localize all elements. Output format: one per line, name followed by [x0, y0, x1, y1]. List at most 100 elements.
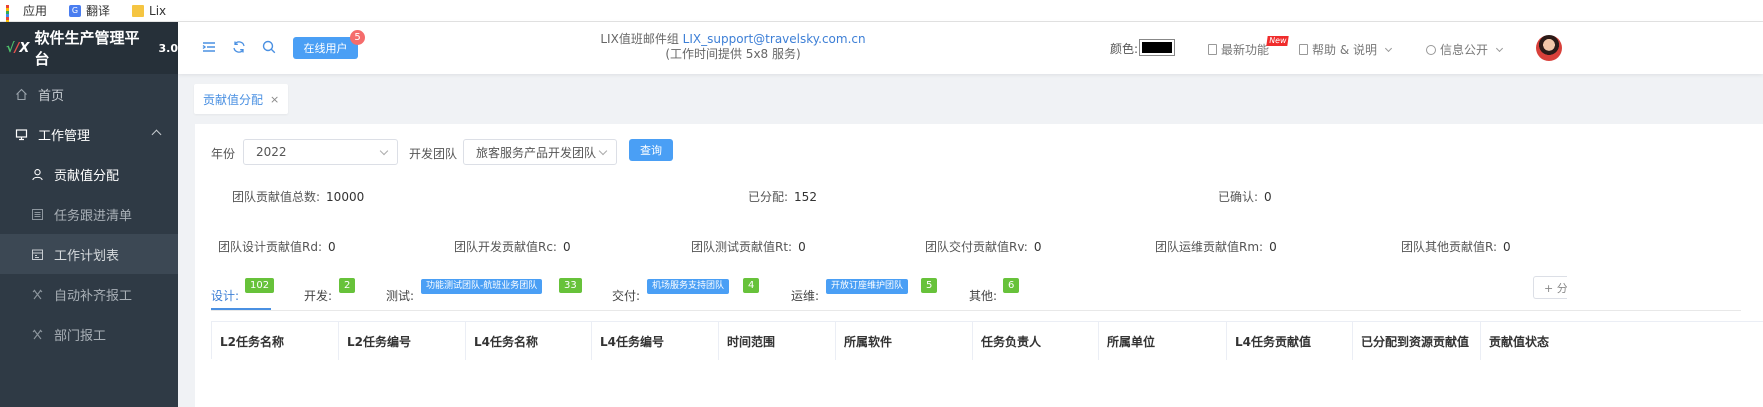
service-hours: (工作时间提供 5x8 服务) — [665, 47, 801, 61]
team-tag: 功能测试团队-航班业务团队 — [421, 279, 543, 294]
new-badge: New — [1266, 36, 1290, 46]
stat-total: 团队贡献值总数: 10000 — [232, 188, 364, 205]
search-icon[interactable] — [262, 40, 278, 56]
column-header[interactable]: 已分配到资源贡献值 — [1353, 322, 1481, 360]
sidebar-item-dept-report[interactable]: 部门报工 — [0, 314, 178, 354]
stat-label: 团队交付贡献值Rv: — [925, 240, 1028, 254]
column-header[interactable]: 所属软件 — [836, 322, 973, 360]
online-count-badge: 5 — [350, 30, 365, 45]
tab-contribution[interactable]: 贡献值分配 × — [194, 84, 289, 114]
help-label: 帮助 & 说明 — [1312, 43, 1377, 57]
column-header[interactable]: L4任务贡献值 — [1227, 322, 1353, 360]
brand-mark: √/X — [6, 40, 30, 56]
chevron-down-icon — [1384, 44, 1393, 52]
brand-logo[interactable]: √/X 软件生产管理平台 3.0 — [0, 22, 178, 74]
year-select[interactable]: 2022 — [243, 139, 398, 165]
avatar[interactable] — [1536, 35, 1562, 61]
stat-value: 152 — [794, 190, 817, 204]
stat-confirmed: 已确认: 0 — [1218, 188, 1272, 205]
calendar-icon — [30, 247, 44, 261]
stat-rr: 团队其他贡献值R: 0 — [1401, 238, 1511, 255]
tab-design[interactable]: 设计: — [211, 287, 239, 304]
stat-value: 0 — [1264, 190, 1272, 204]
tool-icon — [30, 327, 44, 341]
stat-assigned: 已分配: 152 — [748, 188, 817, 205]
mail-group-label: LIX值班邮件组 — [600, 32, 679, 46]
column-header[interactable]: 任务负责人 — [973, 322, 1099, 360]
refresh-icon[interactable] — [232, 40, 248, 56]
support-info: LIX值班邮件组 LIX_support@travelsky.com.cn (工… — [558, 32, 908, 62]
tab-label: 贡献值分配 — [203, 92, 264, 107]
color-picker[interactable] — [1139, 39, 1175, 56]
team-tag: 开放订座维护团队 — [826, 279, 909, 294]
column-header[interactable]: L2任务编号 — [339, 322, 466, 360]
stat-rd: 团队设计贡献值Rd: 0 — [218, 238, 336, 255]
stat-rv: 团队交付贡献值Rv: 0 — [925, 238, 1041, 255]
bookmark-apps[interactable]: 应用 — [6, 2, 47, 32]
home-icon — [14, 87, 28, 101]
sidebar-item-work-plan[interactable]: 工作计划表 — [0, 234, 178, 274]
column-header[interactable]: L4任务名称 — [466, 322, 592, 360]
stat-rt: 团队测试贡献值Rt: 0 — [691, 238, 806, 255]
bookmark-lix[interactable]: Lix — [132, 4, 166, 18]
tab-testing[interactable]: 测试: — [386, 287, 414, 304]
online-users-button[interactable]: 在线用户 — [293, 37, 358, 59]
stat-value: 0 — [798, 240, 806, 254]
count-badge: 102 — [245, 278, 275, 293]
stat-value: 0 — [1033, 240, 1042, 254]
stat-label: 团队运维贡献值Rm: — [1155, 240, 1264, 254]
bookmark-label: Lix — [149, 3, 167, 18]
latest-features-link[interactable]: 最新功能 — [1208, 41, 1269, 58]
sidebar-item-contribution[interactable]: 贡献值分配 — [0, 154, 178, 194]
stat-label: 团队贡献值总数: — [232, 190, 321, 204]
sidebar-item-task-list[interactable]: 任务跟进清单 — [0, 194, 178, 234]
tab-other[interactable]: 其他: — [969, 287, 997, 304]
support-email-link[interactable]: LIX_support@travelsky.com.cn — [683, 32, 866, 46]
team-select[interactable]: 旅客服务产品开发团队 — [463, 139, 617, 165]
color-label: 颜色: — [1110, 42, 1139, 56]
column-header[interactable]: L4任务编号 — [592, 322, 719, 360]
close-icon[interactable]: × — [270, 93, 279, 106]
add-button[interactable]: + 分 — [1533, 276, 1567, 299]
team-label: 开发团队 — [409, 147, 458, 161]
brand-version: 3.0 — [158, 41, 179, 55]
tab-delivery[interactable]: 交付: — [612, 287, 640, 304]
bookmark-translate[interactable]: G 翻译 — [69, 2, 110, 19]
top-header: 在线用户 5 LIX值班邮件组 LIX_support@travelsky.co… — [178, 22, 1763, 74]
stat-value: 0 — [328, 240, 336, 254]
column-header[interactable]: 时间范围 — [719, 322, 836, 360]
sidebar-item-label: 部门报工 — [54, 328, 107, 344]
sidebar-item-label: 首页 — [38, 88, 65, 104]
tab-development[interactable]: 开发: — [304, 287, 332, 304]
folder-icon — [132, 4, 145, 17]
stat-value: 0 — [562, 240, 571, 254]
column-header[interactable]: 贡献值状态 — [1481, 322, 1763, 360]
menu-toggle-icon[interactable] — [202, 40, 218, 56]
sidebar-item-home[interactable]: 首页 — [0, 74, 178, 114]
apps-grid-icon — [6, 4, 18, 32]
tab-operations[interactable]: 运维: — [791, 287, 819, 304]
stat-label: 团队开发贡献值Rc: — [454, 240, 557, 254]
info-label: 信息公开 — [1440, 43, 1489, 57]
main-panel: 年份 2022 开发团队 旅客服务产品开发团队 查询 团队贡献值总数: 10000… — [195, 124, 1763, 407]
stat-rm: 团队运维贡献值Rm: 0 — [1155, 238, 1277, 255]
globe-icon — [1426, 44, 1436, 55]
sidebar-item-auto-report[interactable]: 自动补齐报工 — [0, 274, 178, 314]
info-menu[interactable]: 信息公开 — [1426, 41, 1504, 58]
year-value: 2022 — [256, 145, 287, 159]
sidebar-item-label: 工作管理 — [38, 128, 91, 144]
year-label: 年份 — [211, 147, 236, 161]
chevron-down-icon — [1495, 44, 1504, 52]
translate-icon: G — [69, 4, 82, 17]
chevron-up-icon — [151, 129, 162, 140]
document-icon — [1299, 44, 1308, 55]
sidebar-group-work-management[interactable]: 工作管理 — [0, 114, 178, 154]
help-menu[interactable]: 帮助 & 说明 — [1299, 41, 1393, 58]
count-badge: 4 — [743, 278, 760, 293]
bookmarks-bar: 应用 G 翻译 Lix — [0, 0, 1763, 32]
sidebar-item-label: 自动补齐报工 — [54, 288, 133, 304]
column-header[interactable]: 所属单位 — [1099, 322, 1227, 360]
count-badge: 2 — [339, 278, 356, 293]
column-header[interactable]: L2任务名称 — [212, 322, 339, 360]
query-button[interactable]: 查询 — [629, 139, 673, 161]
